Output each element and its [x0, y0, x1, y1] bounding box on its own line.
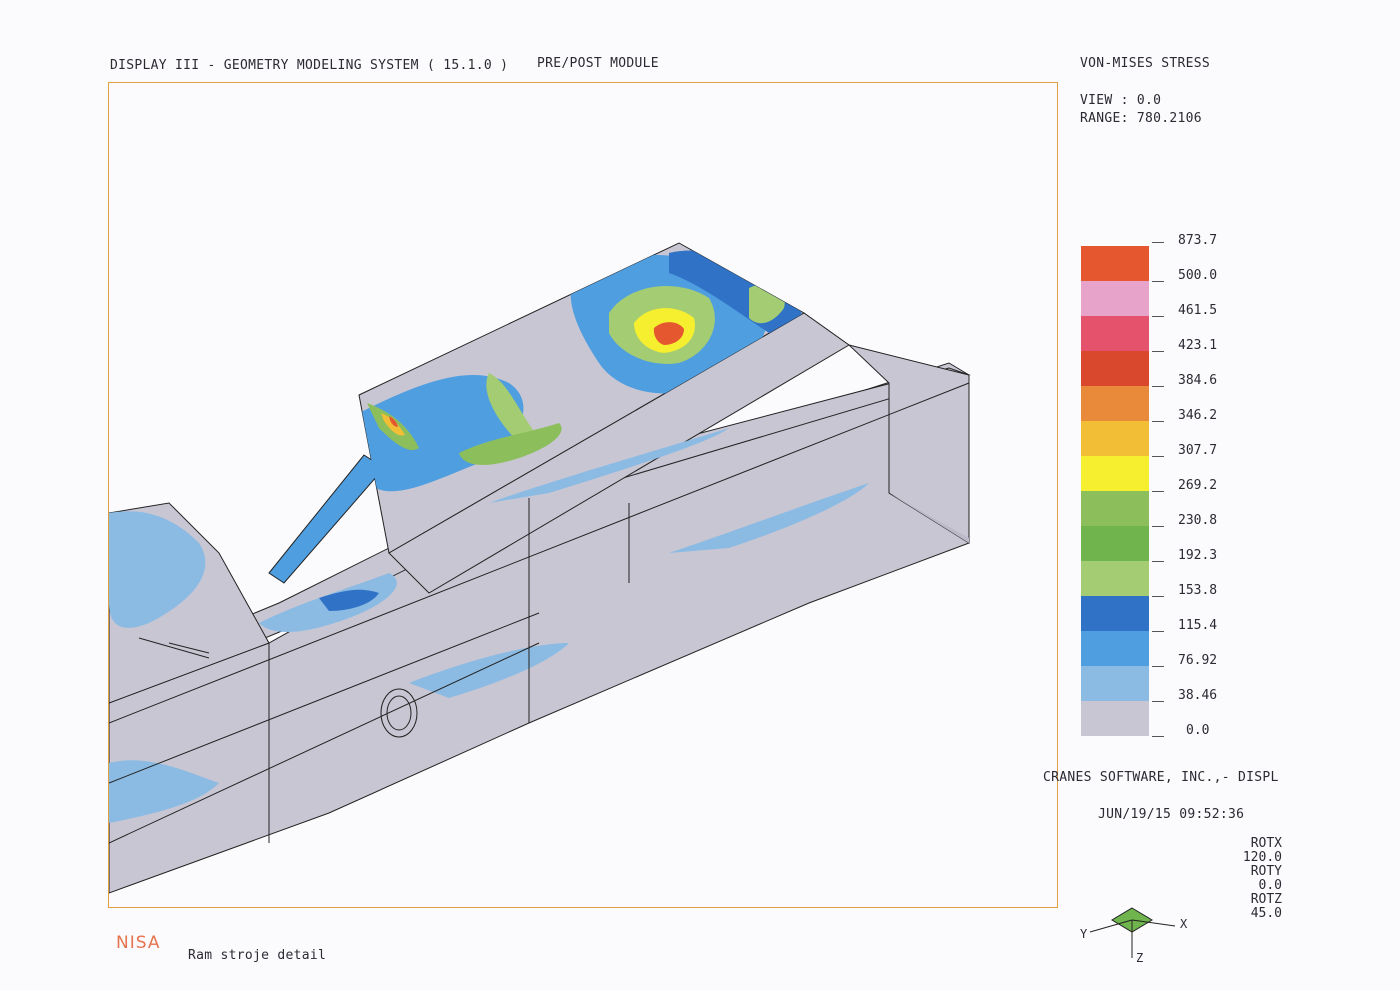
legend-label: 384.6	[1178, 373, 1218, 388]
legend-swatch	[1081, 351, 1149, 386]
orientation-triad-icon: X Y Z	[1080, 907, 1188, 965]
legend-tick	[1152, 666, 1164, 667]
legend-swatch	[1081, 526, 1149, 561]
module-name: PRE/POST MODULE	[537, 56, 659, 71]
legend-tick	[1152, 561, 1164, 562]
range-readout: RANGE: 780.2106	[1080, 111, 1202, 126]
view-readout: VIEW : 0.0	[1080, 93, 1162, 108]
legend-tick	[1152, 456, 1164, 457]
legend-swatch	[1081, 386, 1149, 421]
legend-label: 269.2	[1178, 478, 1218, 493]
legend-tick	[1152, 281, 1164, 282]
legend-tick	[1152, 316, 1164, 317]
result-quantity: VON-MISES STRESS	[1080, 56, 1211, 71]
legend-label: 76.92	[1178, 653, 1218, 668]
legend-swatch	[1081, 281, 1149, 316]
triad-z: Z	[1136, 951, 1143, 965]
nisa-logo: NISA	[116, 933, 161, 953]
color-legend	[1081, 246, 1149, 736]
legend-label: 0.0	[1186, 723, 1210, 738]
legend-tick	[1152, 351, 1164, 352]
legend-label: 38.46	[1178, 688, 1218, 703]
legend-tick	[1152, 736, 1164, 737]
legend-label: 153.8	[1178, 583, 1218, 598]
company-line: CRANES SOFTWARE, INC.,- DISPL	[1043, 770, 1279, 785]
legend-tick	[1152, 631, 1164, 632]
legend-tick	[1152, 596, 1164, 597]
legend-tick	[1152, 491, 1164, 492]
legend-swatch	[1081, 246, 1149, 281]
legend-swatch	[1081, 666, 1149, 701]
legend-swatch	[1081, 701, 1149, 736]
legend-swatch	[1081, 491, 1149, 526]
triad-x: X	[1180, 917, 1188, 931]
legend-label: 115.4	[1178, 618, 1218, 633]
timestamp: JUN/19/15 09:52:36	[1098, 807, 1245, 822]
legend-swatch	[1081, 631, 1149, 666]
legend-swatch	[1081, 596, 1149, 631]
rotz-value: 45.0	[1250, 906, 1282, 921]
roty-label: ROTY	[1250, 864, 1282, 879]
rotx-value: 120.0	[1242, 850, 1282, 865]
legend-label: 230.8	[1178, 513, 1218, 528]
legend-label: 346.2	[1178, 408, 1218, 423]
roty-value: 0.0	[1258, 878, 1282, 893]
legend-label: 192.3	[1178, 548, 1218, 563]
stress-contour-model	[109, 242, 971, 894]
legend-label: 873.7	[1178, 233, 1218, 248]
legend-label: 307.7	[1178, 443, 1218, 458]
legend-label: 500.0	[1178, 268, 1218, 283]
legend-swatch	[1081, 456, 1149, 491]
legend-tick	[1152, 242, 1164, 243]
rotz-label: ROTZ	[1250, 892, 1282, 907]
model-name: Ram stroje detail	[188, 948, 327, 963]
legend-tick	[1152, 386, 1164, 387]
graphics-viewport[interactable]	[108, 82, 1058, 908]
legend-tick	[1152, 526, 1164, 527]
legend-swatch	[1081, 421, 1149, 456]
triad-y: Y	[1080, 927, 1088, 941]
legend-label: 423.1	[1178, 338, 1218, 353]
legend-label: 461.5	[1178, 303, 1218, 318]
legend-tick	[1152, 421, 1164, 422]
legend-swatch	[1081, 316, 1149, 351]
app-title: DISPLAY III - GEOMETRY MODELING SYSTEM (…	[110, 58, 509, 73]
rotx-label: ROTX	[1250, 836, 1282, 851]
legend-swatch	[1081, 561, 1149, 596]
legend-tick	[1152, 701, 1164, 702]
